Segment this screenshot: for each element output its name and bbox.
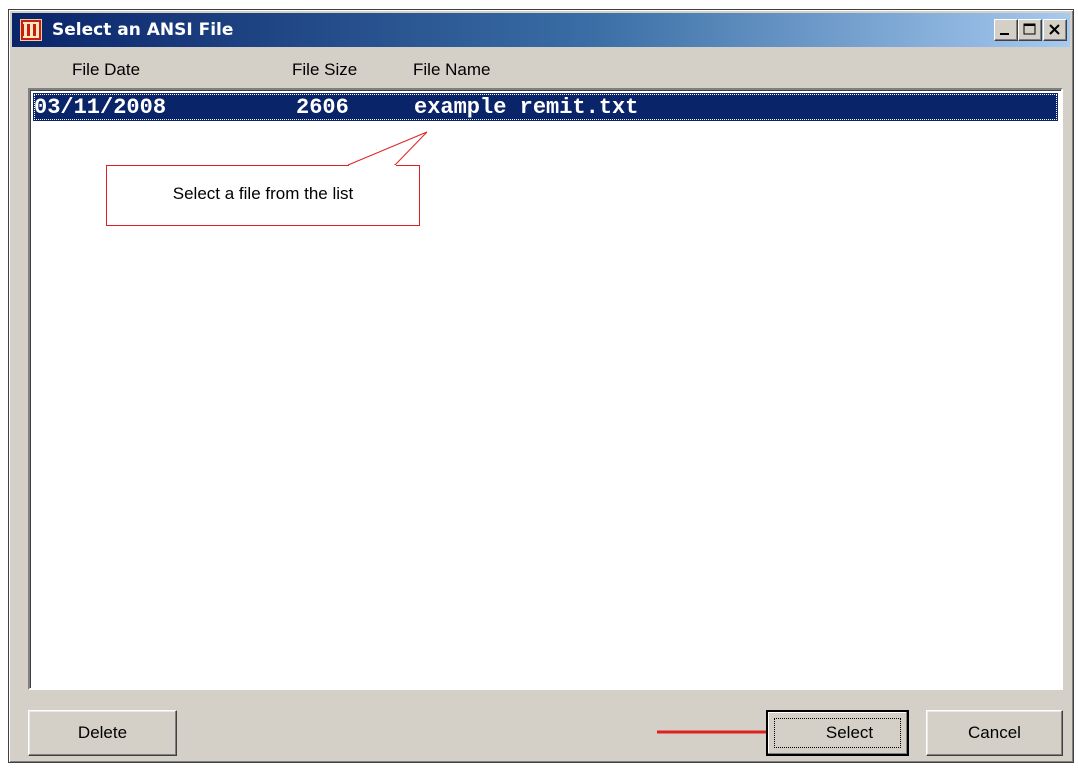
select-ansi-file-dialog: Select an ANSI File File Date File Size … [8,9,1074,763]
file-row-selected[interactable]: 03/11/2008 2606 example remit.txt [33,93,1058,121]
window-title: Select an ANSI File [52,20,234,40]
delete-button-label: Delete [77,723,128,742]
file-size-cell: 2606 [296,95,349,120]
maximize-button[interactable] [1018,19,1042,41]
column-header-file-date[interactable]: File Date [72,60,140,80]
delete-button[interactable]: Delete [28,710,177,756]
cancel-button[interactable]: Cancel [926,710,1063,756]
close-button[interactable] [1043,19,1067,41]
maximize-icon [1023,23,1036,35]
cancel-button-label: Cancel [968,723,1021,742]
column-header-file-name[interactable]: File Name [413,60,490,80]
annotation-text: Select a file from the list [172,184,354,203]
title-bar[interactable]: Select an ANSI File [12,13,1070,47]
file-name-cell: example remit.txt [414,95,639,120]
minimize-button[interactable] [994,19,1018,41]
select-button[interactable]: Select [766,710,909,756]
app-window-icon[interactable] [20,19,42,41]
minimize-icon [1000,33,1009,35]
column-header-file-size[interactable]: File Size [292,60,357,80]
select-button-label: Select [825,723,874,742]
file-date-cell: 03/11/2008 [34,95,167,120]
annotation-callout: Select a file from the list [106,165,420,226]
close-icon [1049,24,1060,35]
